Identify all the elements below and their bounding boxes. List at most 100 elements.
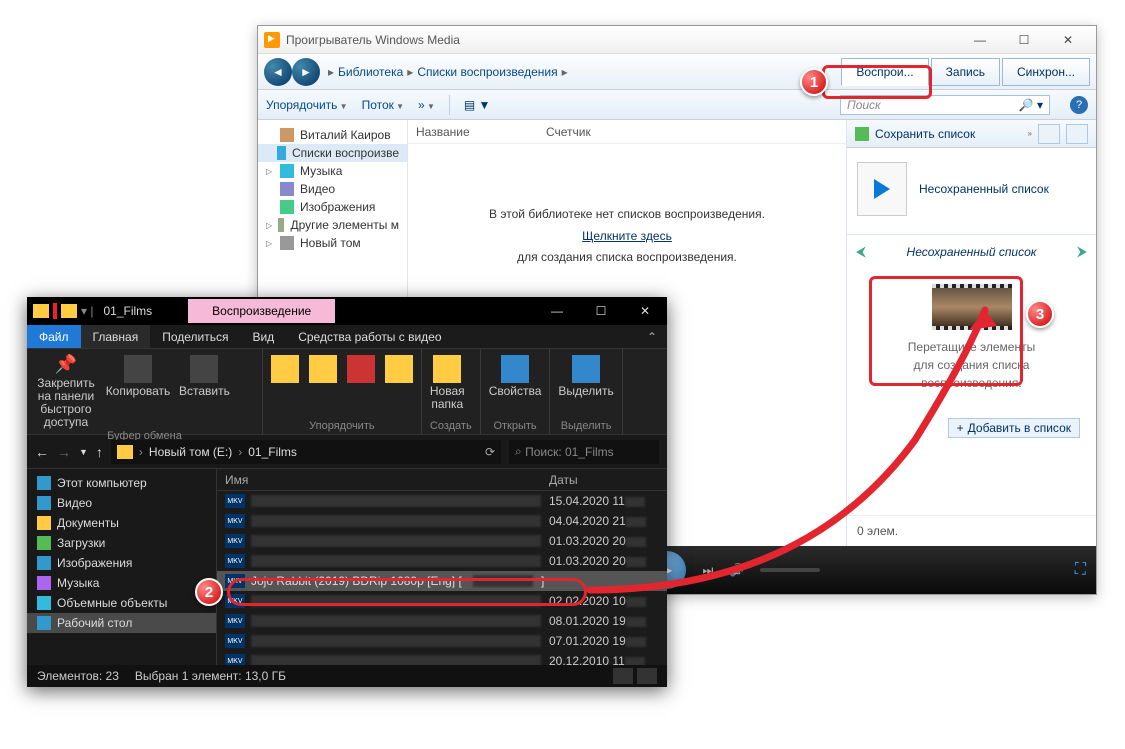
folder-icon-2 [61, 304, 77, 318]
sidebar-item-drive[interactable]: ▷Новый том [258, 234, 407, 252]
explorer-window: ▾ | 01_Films Воспроизведение — ☐ ✕ Файл … [27, 297, 667, 687]
tab-home[interactable]: Главная [81, 325, 151, 348]
file-row[interactable]: MKV02.02.2020 10 [217, 591, 667, 611]
copyto-button[interactable] [309, 355, 337, 383]
nav-forward[interactable]: → [57, 444, 71, 460]
rename-button[interactable] [385, 355, 413, 383]
pin-button[interactable]: 📌Закрепить на панели быстрого доступа [35, 355, 97, 430]
copypath-icon[interactable] [240, 373, 254, 387]
refresh-button[interactable]: ⟳ [485, 445, 495, 459]
volume-slider[interactable] [760, 568, 820, 572]
tab-video-tools[interactable]: Средства работы с видео [286, 325, 453, 348]
tree-downloads[interactable]: Загрузки [27, 533, 216, 553]
delete-button[interactable] [347, 355, 375, 383]
paste-button[interactable]: Вставить [179, 355, 230, 398]
more-dropdown[interactable]: » [418, 98, 435, 112]
mute-button[interactable]: 🔊 [729, 563, 744, 577]
file-row[interactable]: MKV01.03.2020 20 [217, 551, 667, 571]
collapse-ribbon[interactable]: ⌃ [647, 330, 657, 344]
tab-file[interactable]: Файл [27, 325, 81, 348]
breadcrumb[interactable]: ▸ Библиотека ▸ Списки воспроизведения ▸ [328, 65, 568, 79]
close-button[interactable]: ✕ [623, 297, 667, 325]
tree-music[interactable]: Музыка [27, 573, 216, 593]
col-name[interactable]: Имя [225, 473, 549, 487]
sidebar-item-user[interactable]: Виталий Каиров [258, 126, 407, 144]
maximize-button[interactable]: ☐ [579, 297, 623, 325]
drop-target[interactable]: Перетащите элементы для создания списка … [853, 276, 1090, 400]
nav-history[interactable]: ▼ [79, 447, 88, 457]
playlist-title[interactable]: Несохраненный список [919, 182, 1049, 196]
breadcrumb-playlists[interactable]: Списки воспроизведения [417, 65, 557, 79]
create-link[interactable]: Щелкните здесь [582, 229, 672, 243]
group-select: Выделить [558, 420, 613, 432]
pasteshortcut-icon[interactable] [240, 391, 254, 405]
search-icon[interactable]: 🔎 ▾ [1019, 98, 1043, 112]
tab-view[interactable]: Вид [240, 325, 286, 348]
tree-desktop[interactable]: Рабочий стол [27, 613, 216, 633]
wmp-navbar: ◄ ► ▸ Библиотека ▸ Списки воспроизведени… [258, 54, 1096, 90]
cut-icon[interactable] [240, 355, 254, 369]
col-name[interactable]: Название [416, 125, 546, 139]
moveto-button[interactable] [271, 355, 299, 383]
tab-sync[interactable]: Синхрон... [1002, 58, 1090, 86]
view-icons[interactable] [637, 668, 657, 684]
playlist-thumb [857, 162, 907, 216]
tree-3d[interactable]: Объемные объекты [27, 593, 216, 613]
search-box[interactable]: Поиск 🔎 ▾ [840, 95, 1050, 115]
tab-share[interactable]: Поделиться [150, 325, 240, 348]
add-to-list-button[interactable]: +Добавить в список [948, 418, 1080, 438]
tab-play[interactable]: Воспрои... [841, 58, 928, 86]
next-track-button[interactable]: ⏭ [702, 563, 713, 578]
folder-icon [33, 304, 49, 318]
tree-videos[interactable]: Видео [27, 493, 216, 513]
path-drive[interactable]: Новый том (E:) [149, 445, 232, 459]
nav-back-button[interactable]: ◄ [264, 58, 292, 86]
save-list-button[interactable]: Сохранить список [875, 127, 1022, 141]
explorer-search[interactable]: ⌕ Поиск: 01_Films [509, 440, 659, 464]
maximize-button[interactable]: ☐ [1002, 28, 1046, 52]
nav-up[interactable]: ↑ [96, 444, 103, 460]
file-row-selected[interactable]: MKVJojo Rabbit (2019) BDRip 1080p [Eng] … [217, 571, 667, 591]
nav-back[interactable]: ← [35, 444, 49, 460]
copy-button[interactable]: Копировать [107, 355, 169, 398]
file-row[interactable]: MKV08.01.2020 19 [217, 611, 667, 631]
nav-forward-button[interactable]: ► [292, 58, 320, 86]
file-row[interactable]: MKV07.01.2020 19 [217, 631, 667, 651]
view-icon[interactable]: ▤ ▼ [464, 98, 491, 112]
video-tools-tab[interactable]: Воспроизведение [188, 299, 335, 323]
tree-documents[interactable]: Документы [27, 513, 216, 533]
organize-dropdown[interactable]: Упорядочить [266, 98, 348, 112]
select-button[interactable]: Выделить [558, 355, 613, 398]
breadcrumb-library[interactable]: Библиотека [338, 65, 403, 79]
path-folder[interactable]: 01_Films [248, 445, 297, 459]
col-counter[interactable]: Счетчик [546, 125, 676, 139]
stream-dropdown[interactable]: Поток [362, 98, 404, 112]
tree-this-pc[interactable]: Этот компьютер [27, 473, 216, 493]
newfolder-button[interactable]: Новая папка [430, 355, 465, 411]
tab-burn[interactable]: Запись [931, 58, 1000, 86]
prev-button[interactable]: ⮜ [849, 243, 873, 260]
sidebar-item-video[interactable]: Видео [258, 180, 407, 198]
tree-pictures[interactable]: Изображения [27, 553, 216, 573]
file-row[interactable]: MKV01.03.2020 20 [217, 531, 667, 551]
properties-button[interactable]: Свойства [489, 355, 542, 398]
sidebar-item-music[interactable]: ▷Музыка [258, 162, 407, 180]
next-button[interactable]: ⮞ [1070, 243, 1094, 260]
sidebar-item-other[interactable]: ▷Другие элементы м [258, 216, 407, 234]
minimize-button[interactable]: — [958, 28, 1002, 52]
fullscreen-button[interactable]: ⛶ [1075, 561, 1086, 579]
minimize-button[interactable]: — [535, 297, 579, 325]
file-row[interactable]: MKV04.04.2020 21 [217, 511, 667, 531]
address-bar[interactable]: › Новый том (E:) › 01_Films ⟳ [111, 440, 501, 464]
sidebar-item-playlists[interactable]: Списки воспроизве [258, 144, 407, 162]
clear-button[interactable] [1038, 124, 1060, 144]
col-date[interactable]: Даты [549, 473, 659, 487]
sidebar-item-images[interactable]: Изображения [258, 198, 407, 216]
file-row[interactable]: MKV20.12.2010 11 [217, 651, 667, 665]
options-button[interactable] [1066, 124, 1088, 144]
folder-icon [117, 445, 133, 459]
view-details[interactable] [613, 668, 633, 684]
file-row[interactable]: MKV15.04.2020 11 [217, 491, 667, 511]
help-button[interactable]: ? [1070, 96, 1088, 114]
close-button[interactable]: ✕ [1046, 28, 1090, 52]
